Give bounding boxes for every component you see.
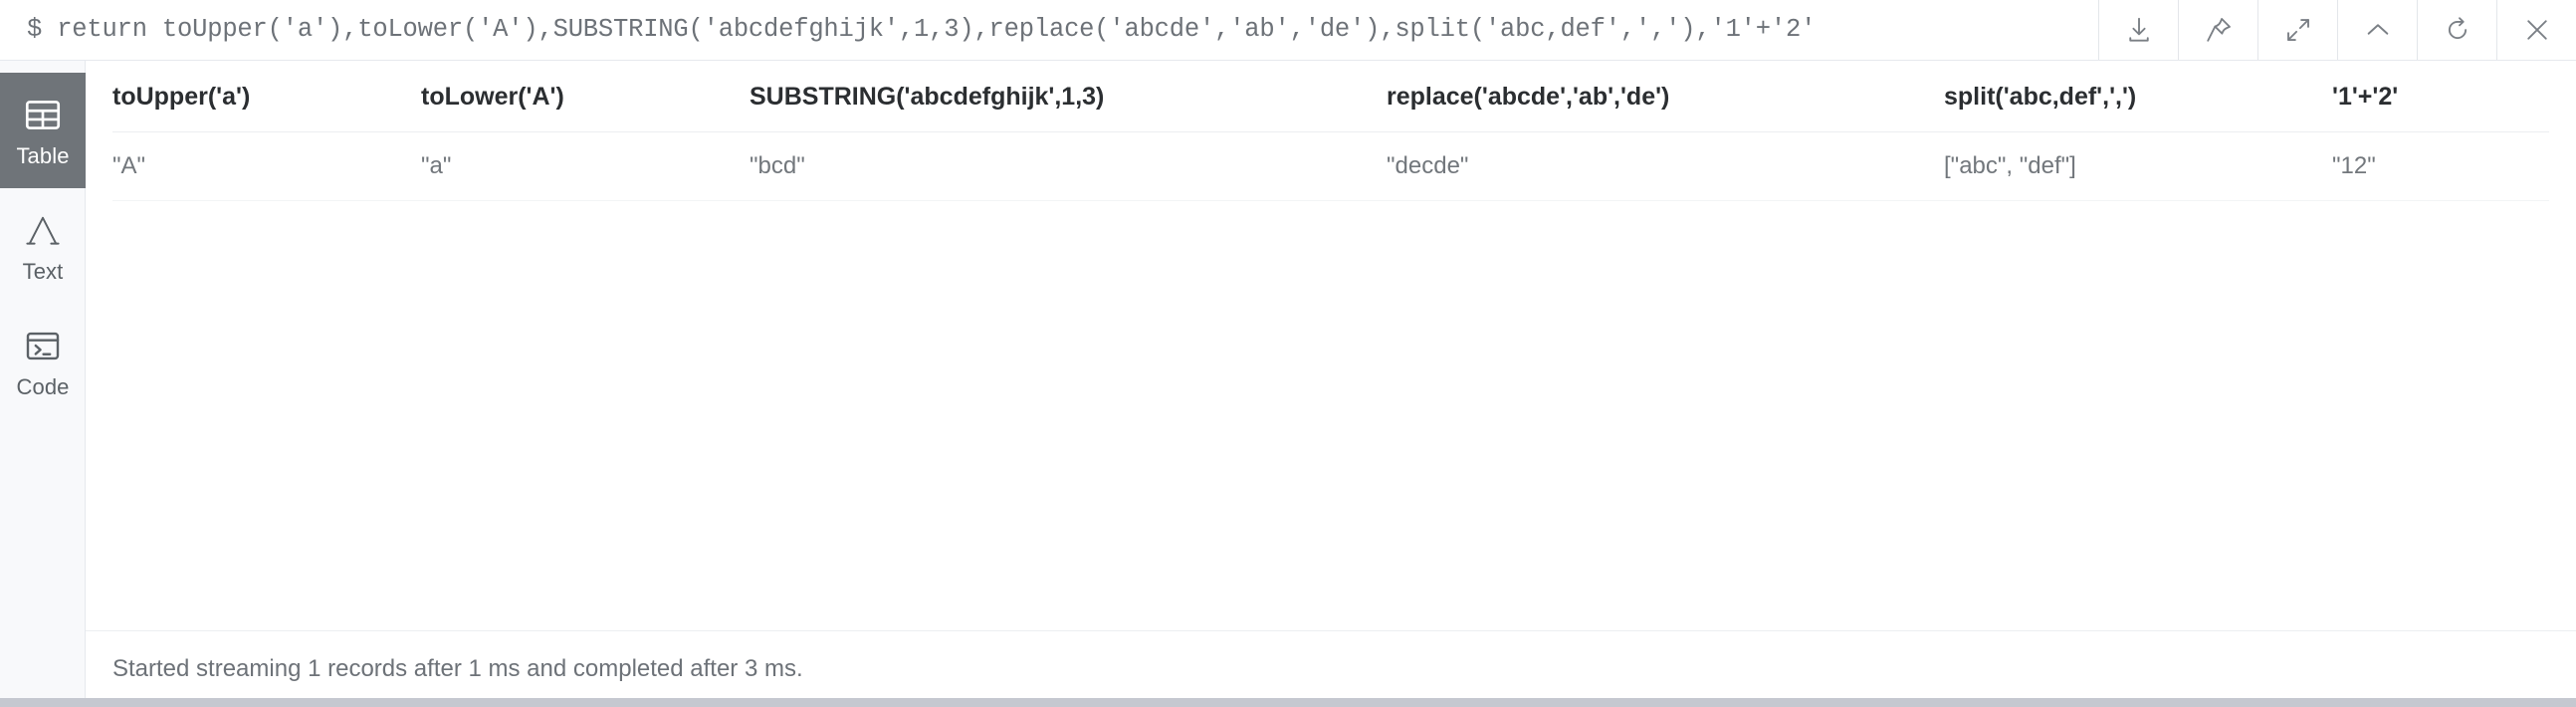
sidebar-item-table[interactable]: Table [0, 73, 86, 188]
status-bar: Started streaming 1 records after 1 ms a… [86, 630, 2576, 707]
pin-icon [2204, 15, 2234, 45]
frame-toolbar [2098, 0, 2576, 60]
refresh-icon [2443, 15, 2472, 45]
expand-button[interactable] [2257, 0, 2337, 60]
frame-body: Table Text Code toUpper('a') toLower('A'… [0, 61, 2576, 707]
text-a-icon [25, 210, 61, 252]
sidebar-item-table-label: Table [16, 142, 70, 168]
download-button[interactable] [2098, 0, 2178, 60]
column-header[interactable]: toUpper('a') [112, 61, 421, 132]
column-header[interactable]: toLower('A') [421, 61, 750, 132]
table-cell: "A" [112, 131, 421, 201]
column-header[interactable]: split('abc,def',',') [1944, 61, 2332, 132]
column-header[interactable]: SUBSTRING('abcdefghijk',1,3) [750, 61, 1387, 132]
sidebar-item-text[interactable]: Text [0, 188, 86, 304]
table-head: toUpper('a') toLower('A') SUBSTRING('abc… [112, 61, 2549, 132]
frame-resize-handle[interactable] [0, 698, 2576, 707]
view-switcher-sidebar: Table Text Code [0, 61, 86, 707]
expand-icon [2283, 15, 2313, 45]
table-cell: "12" [2332, 131, 2549, 201]
query-editor[interactable]: $ return toUpper('a'),toLower('A'),SUBST… [0, 0, 2098, 60]
table-body: "A" "a" "bcd" "decde" ["abc", "def"] "12… [112, 131, 2549, 201]
pin-button[interactable] [2178, 0, 2257, 60]
column-header[interactable]: replace('abcde','ab','de') [1387, 61, 1944, 132]
table-row[interactable]: "A" "a" "bcd" "decde" ["abc", "def"] "12… [112, 131, 2549, 201]
sidebar-item-code[interactable]: Code [0, 304, 86, 419]
table-icon [24, 95, 62, 136]
close-icon [2522, 15, 2552, 45]
table-header-row: toUpper('a') toLower('A') SUBSTRING('abc… [112, 61, 2549, 132]
query-text: $ return toUpper('a'),toLower('A'),SUBST… [27, 15, 1817, 45]
sidebar-item-text-label: Text [22, 258, 64, 284]
result-frame: $ return toUpper('a'),toLower('A'),SUBST… [0, 0, 2576, 707]
column-header[interactable]: '1'+'2' [2332, 61, 2549, 132]
close-button[interactable] [2496, 0, 2576, 60]
table-cell: ["abc", "def"] [1944, 131, 2332, 201]
table-cell: "a" [421, 131, 750, 201]
table-cell: "bcd" [750, 131, 1387, 201]
result-table: toUpper('a') toLower('A') SUBSTRING('abc… [112, 61, 2549, 201]
code-terminal-icon [25, 326, 61, 367]
download-icon [2124, 15, 2154, 45]
query-bar: $ return toUpper('a'),toLower('A'),SUBST… [0, 0, 2576, 61]
sidebar-item-code-label: Code [16, 373, 70, 399]
chevron-up-icon [2363, 15, 2393, 45]
table-cell: "decde" [1387, 131, 1944, 201]
result-content: toUpper('a') toLower('A') SUBSTRING('abc… [86, 61, 2576, 707]
refresh-button[interactable] [2417, 0, 2496, 60]
result-table-area: toUpper('a') toLower('A') SUBSTRING('abc… [86, 61, 2576, 630]
status-message: Started streaming 1 records after 1 ms a… [112, 655, 803, 682]
collapse-button[interactable] [2337, 0, 2417, 60]
